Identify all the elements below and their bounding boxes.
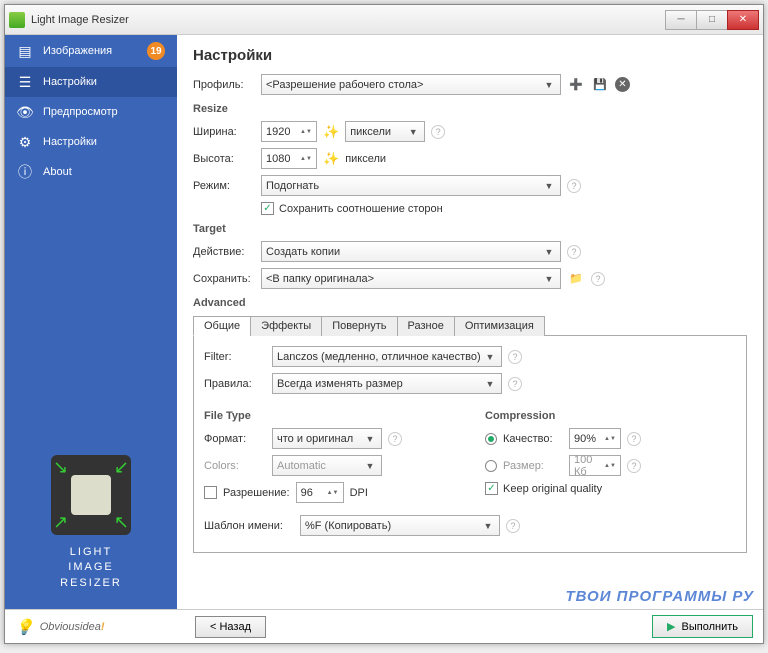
eye-icon: 👁	[17, 104, 33, 120]
help-icon[interactable]: ?	[567, 179, 581, 193]
profile-add-icon[interactable]: ➕	[567, 76, 585, 94]
sidebar: ▤ Изображения 19 ☰ Настройки 👁 Предпросм…	[5, 35, 177, 609]
resize-heading: Resize	[193, 103, 747, 115]
folder-icon[interactable]: 📁	[567, 270, 585, 288]
format-label: Формат:	[204, 433, 266, 445]
advanced-tabs: Общие Эффекты Повернуть Разное Оптимизац…	[193, 315, 747, 336]
run-button[interactable]: ▶Выполнить	[652, 615, 753, 638]
size-input: 100 Кб▲▼	[569, 455, 621, 476]
size-label: Размер:	[503, 460, 563, 472]
bulb-icon: 💡	[15, 618, 34, 636]
quality-input[interactable]: 90%▲▼	[569, 428, 621, 449]
maximize-button[interactable]: □	[696, 10, 728, 30]
tab-effects[interactable]: Эффекты	[250, 316, 322, 336]
colors-select: Automatic▼	[272, 455, 382, 476]
tab-optimization[interactable]: Оптимизация	[454, 316, 545, 336]
template-label: Шаблон имени:	[204, 520, 294, 532]
sidebar-item-settings[interactable]: ☰ Настройки	[5, 67, 177, 97]
colors-label: Colors:	[204, 460, 266, 472]
help-icon[interactable]: ?	[506, 519, 520, 533]
action-select[interactable]: Создать копии▼	[261, 241, 561, 262]
info-icon: ⓘ	[17, 164, 33, 180]
sliders-icon: ☰	[17, 74, 33, 90]
sidebar-label: Изображения	[43, 45, 137, 57]
main-panel: Настройки Профиль: <Разрешение рабочего …	[177, 35, 763, 609]
sidebar-label: Настройки	[43, 136, 165, 148]
play-icon: ▶	[667, 620, 675, 633]
help-icon[interactable]: ?	[388, 432, 402, 446]
keep-quality-label: Keep original quality	[503, 483, 602, 495]
mode-select[interactable]: Подогнать▼	[261, 175, 561, 196]
save-icon[interactable]: 💾	[591, 76, 609, 94]
size-radio[interactable]	[485, 460, 497, 472]
width-input[interactable]: 1920▲▼	[261, 121, 317, 142]
keep-ratio-label: Сохранить соотношение сторон	[279, 203, 443, 215]
resolution-checkbox[interactable]	[204, 486, 217, 499]
help-icon[interactable]: ?	[591, 272, 605, 286]
action-label: Действие:	[193, 246, 255, 258]
dpi-label: DPI	[350, 487, 368, 499]
compression-heading: Compression	[485, 410, 736, 422]
filetype-heading: File Type	[204, 410, 455, 422]
gear-icon: ⚙	[17, 134, 33, 150]
height-unit: пиксели	[345, 153, 386, 165]
resolution-label: Разрешение:	[223, 487, 290, 499]
width-label: Ширина:	[193, 126, 255, 138]
sidebar-item-preview[interactable]: 👁 Предпросмотр	[5, 97, 177, 127]
sidebar-label: About	[43, 166, 165, 178]
save-select[interactable]: <В папку оригинала>▼	[261, 268, 561, 289]
tab-general[interactable]: Общие	[193, 316, 251, 336]
wand-icon[interactable]: ✨	[323, 151, 339, 167]
quality-label: Качество:	[503, 433, 563, 445]
help-icon[interactable]: ?	[508, 377, 522, 391]
profile-label: Профиль:	[193, 79, 255, 91]
sidebar-label: Настройки	[43, 76, 165, 88]
quality-radio[interactable]	[485, 433, 497, 445]
keep-quality-checkbox[interactable]: ✓Keep original quality	[485, 482, 602, 495]
back-button[interactable]: < Назад	[195, 616, 266, 638]
titlebar: Light Image Resizer ─ □ ✕	[5, 5, 763, 35]
rules-label: Правила:	[204, 378, 266, 390]
sidebar-label: Предпросмотр	[43, 106, 165, 118]
help-icon[interactable]: ?	[627, 432, 641, 446]
images-count-badge: 19	[147, 42, 165, 60]
close-button[interactable]: ✕	[727, 10, 759, 30]
app-logo: ↘ ↙ ↗ ↖	[51, 455, 131, 535]
logo-text: LIGHT IMAGE RESIZER	[5, 545, 177, 609]
footer: 💡 Obviousidea! < Назад ▶Выполнить	[5, 609, 763, 643]
help-icon[interactable]: ?	[431, 125, 445, 139]
sidebar-item-images[interactable]: ▤ Изображения 19	[5, 35, 177, 67]
delete-icon[interactable]: ✕	[615, 77, 630, 92]
wand-icon[interactable]: ✨	[323, 124, 339, 140]
filter-label: Filter:	[204, 351, 266, 363]
app-icon	[9, 12, 25, 28]
tab-misc[interactable]: Разное	[397, 316, 455, 336]
images-icon: ▤	[17, 43, 33, 59]
help-icon[interactable]: ?	[627, 459, 641, 473]
format-select[interactable]: что и оригинал▼	[272, 428, 382, 449]
watermark: ТВОИ ПРОГРАММЫ РУ	[565, 588, 754, 605]
advanced-heading: Advanced	[193, 297, 747, 309]
brand-logo[interactable]: 💡 Obviousidea!	[15, 618, 187, 636]
mode-label: Режим:	[193, 180, 255, 192]
template-select[interactable]: %F (Копировать)▼	[300, 515, 500, 536]
width-unit-select[interactable]: пиксели▼	[345, 121, 425, 142]
page-title: Настройки	[193, 47, 747, 64]
keep-ratio-checkbox[interactable]: ✓ Сохранить соотношение сторон	[261, 202, 443, 215]
profile-select[interactable]: <Разрешение рабочего стола>▼	[261, 74, 561, 95]
sidebar-item-options[interactable]: ⚙ Настройки	[5, 127, 177, 157]
height-input[interactable]: 1080▲▼	[261, 148, 317, 169]
height-label: Высота:	[193, 153, 255, 165]
tab-rotate[interactable]: Повернуть	[321, 316, 397, 336]
rules-select[interactable]: Всегда изменять размер▼	[272, 373, 502, 394]
target-heading: Target	[193, 223, 747, 235]
help-icon[interactable]: ?	[508, 350, 522, 364]
filter-select[interactable]: Lanczos (медленно, отличное качество)▼	[272, 346, 502, 367]
save-label: Сохранить:	[193, 273, 255, 285]
help-icon[interactable]: ?	[567, 245, 581, 259]
window-title: Light Image Resizer	[31, 14, 666, 26]
resolution-input[interactable]: 96▲▼	[296, 482, 344, 503]
sidebar-item-about[interactable]: ⓘ About	[5, 157, 177, 187]
minimize-button[interactable]: ─	[665, 10, 697, 30]
